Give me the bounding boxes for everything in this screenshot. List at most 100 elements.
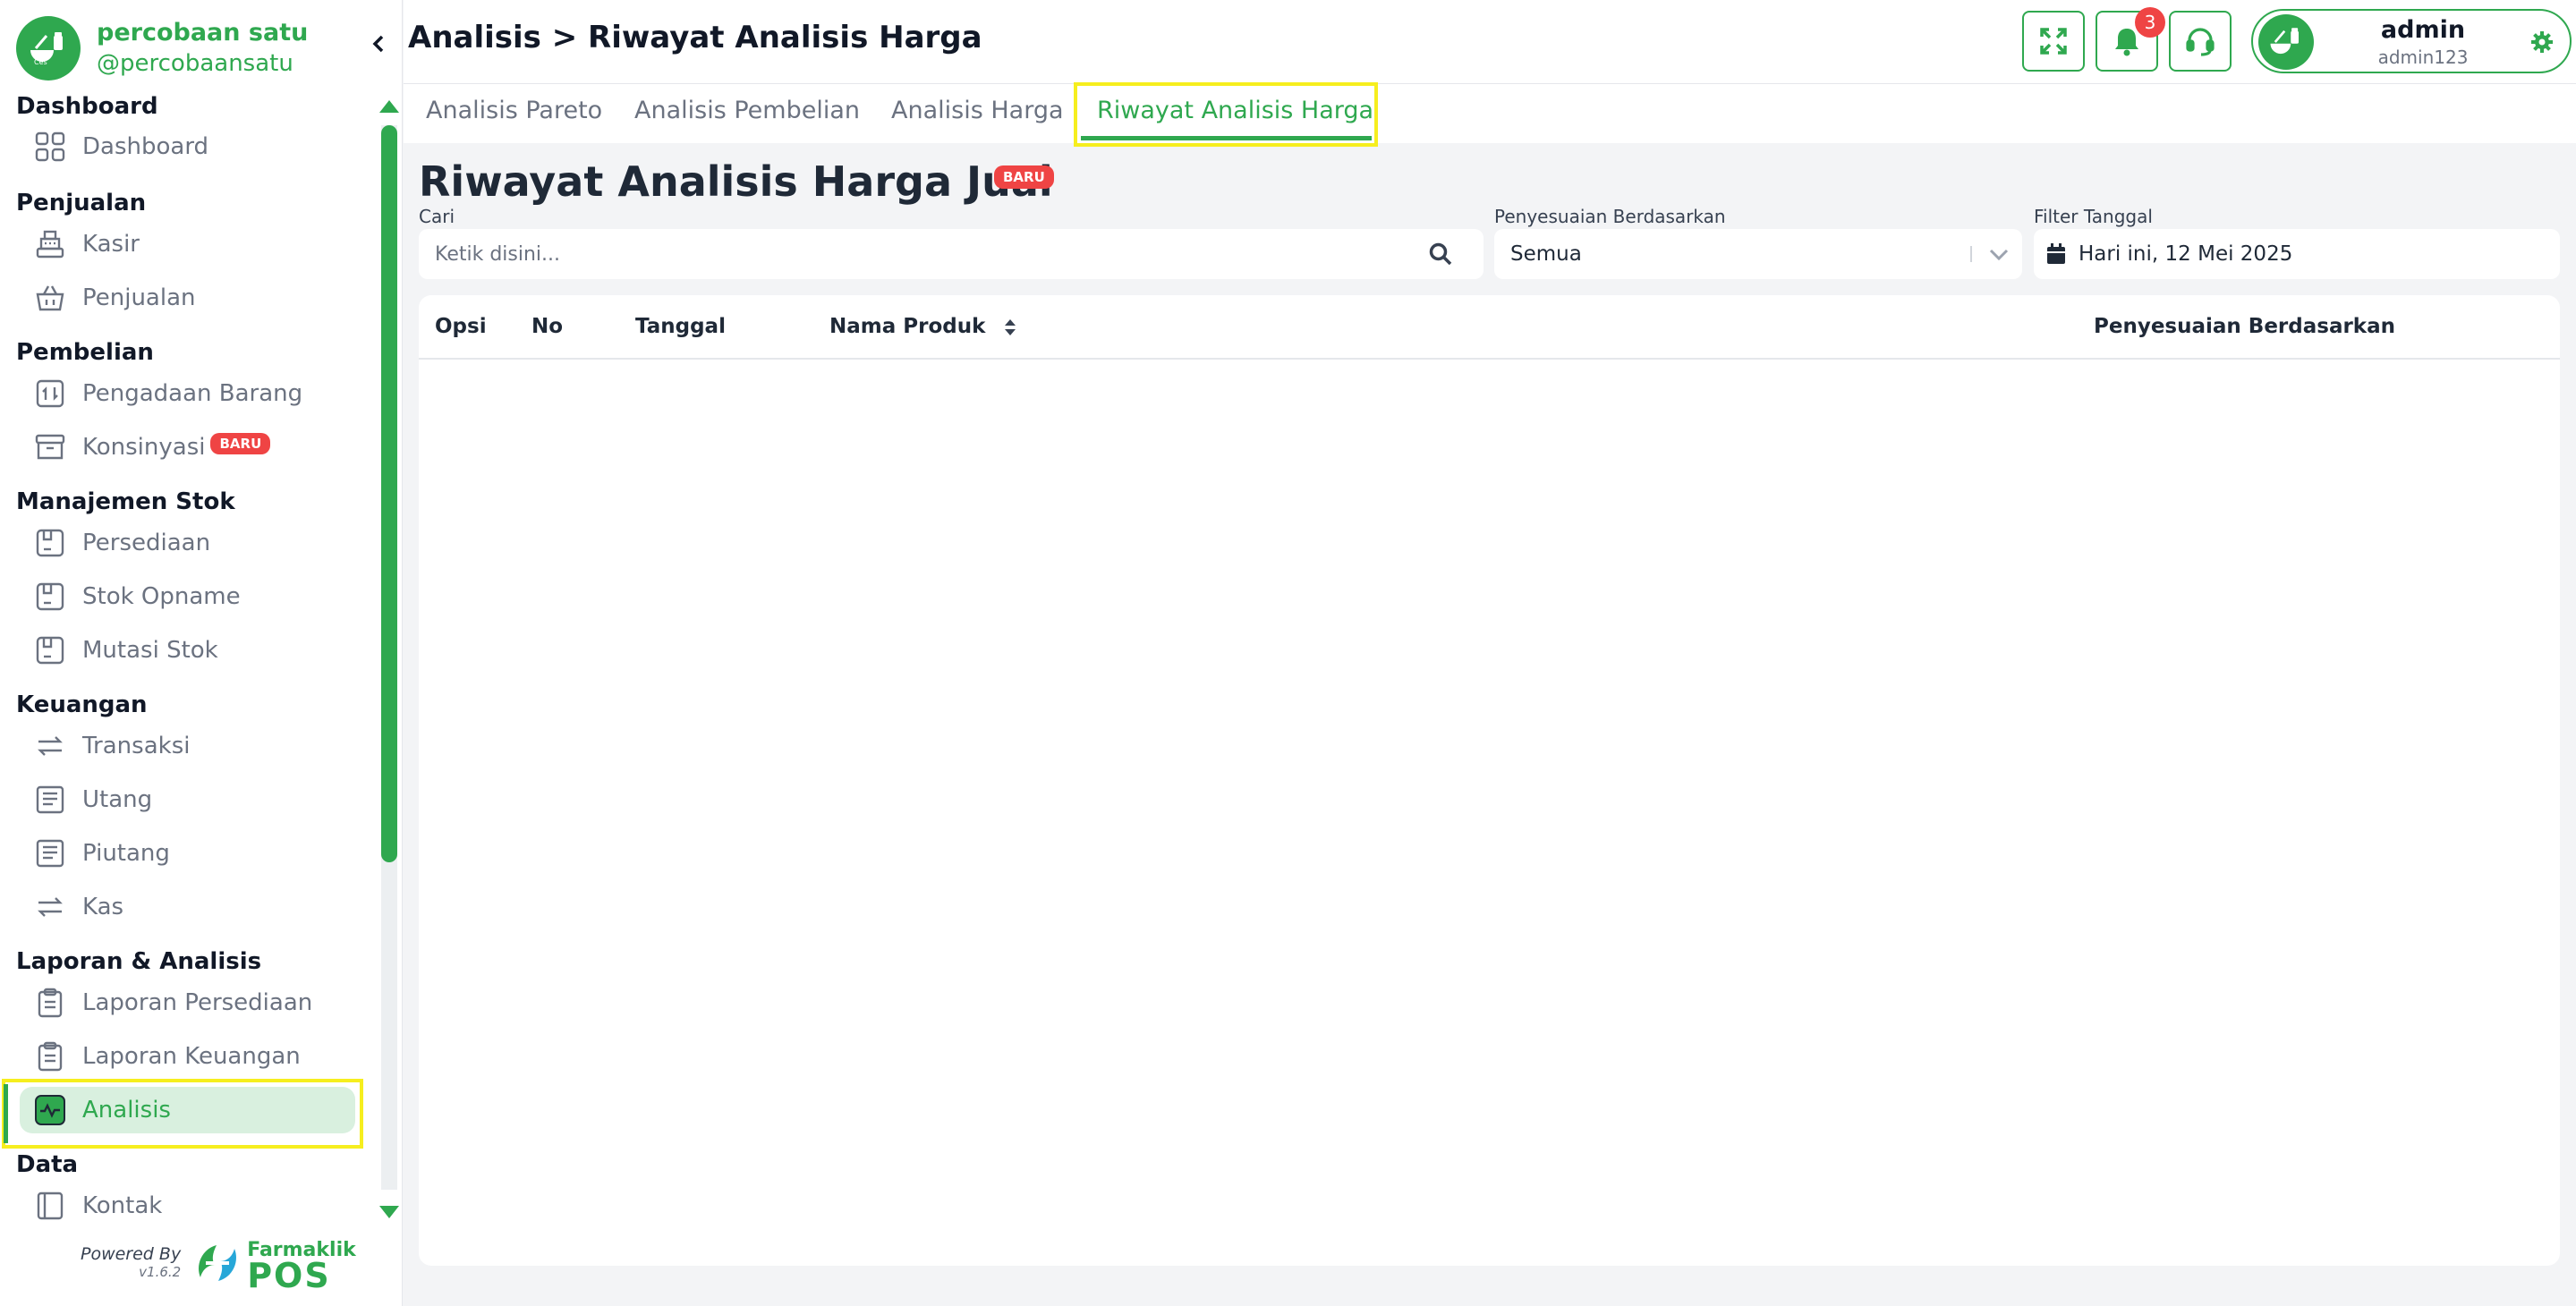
exchange-icon bbox=[34, 891, 66, 923]
pharmacy-logo-icon: Ces bbox=[16, 16, 81, 81]
sidebar-item-label: Utang bbox=[82, 786, 153, 813]
new-badge: BARU bbox=[994, 165, 1054, 189]
collapse-sidebar-button[interactable] bbox=[363, 29, 394, 59]
sidebar-item-label: Penjualan bbox=[82, 284, 196, 311]
date-filter-value: Hari ini, 12 Mei 2025 bbox=[2079, 242, 2293, 266]
sidebar-item-persediaan[interactable]: Persediaan bbox=[20, 520, 355, 566]
farmaklik-pos: POS bbox=[247, 1256, 331, 1295]
avatar bbox=[2258, 14, 2314, 70]
sidebar-item-konsinyasi[interactable]: Konsinyasi BARU bbox=[20, 424, 355, 471]
sidebar-item-utang[interactable]: Utang bbox=[20, 776, 355, 823]
column-header-tanggal: Tanggal bbox=[635, 315, 726, 338]
fullscreen-button[interactable] bbox=[2022, 11, 2085, 72]
column-header-nama-produk[interactable]: Nama Produk bbox=[829, 315, 1017, 338]
archive-box-icon bbox=[34, 431, 66, 463]
sidebar-item-label: Kasir bbox=[82, 231, 140, 258]
section-penjualan: Penjualan bbox=[16, 190, 147, 216]
sort-icon[interactable] bbox=[1003, 318, 1017, 337]
section-data: Data bbox=[16, 1151, 79, 1178]
sidebar-item-stok-opname[interactable]: Stok Opname bbox=[20, 573, 355, 620]
sidebar-item-kontak[interactable]: Kontak bbox=[20, 1183, 355, 1221]
brand-handle: @percobaansatu bbox=[97, 50, 293, 77]
sidebar-item-label: Mutasi Stok bbox=[82, 637, 218, 664]
column-header-opsi: Opsi bbox=[435, 315, 487, 338]
search-label: Cari bbox=[419, 206, 455, 227]
sidebar-item-transaksi[interactable]: Transaksi bbox=[20, 723, 355, 769]
price-history-table: Opsi No Tanggal Nama Produk Penyesuaian … bbox=[419, 295, 2560, 1266]
tab-analisis-pareto[interactable]: Analisis Pareto bbox=[426, 97, 602, 124]
select-divider bbox=[1970, 246, 1972, 262]
sidebar-item-dashboard[interactable]: Dashboard bbox=[20, 123, 355, 170]
user-menu[interactable]: admin admin123 bbox=[2251, 9, 2572, 73]
section-dashboard: Dashboard bbox=[16, 93, 158, 120]
ledger-icon bbox=[34, 784, 66, 816]
sidebar: Ces percobaan satu @percobaansatu Dashbo… bbox=[0, 0, 403, 1306]
stock-opname-icon bbox=[34, 581, 66, 613]
cash-register-icon bbox=[34, 228, 66, 260]
sidebar-item-kas[interactable]: Kas bbox=[20, 884, 355, 930]
sidebar-item-label: Laporan Keuangan bbox=[82, 1043, 301, 1070]
adjustment-value: Semua bbox=[1510, 242, 1582, 266]
search-icon[interactable] bbox=[1428, 242, 1453, 270]
sidebar-item-label: Kas bbox=[82, 894, 124, 920]
grid-icon bbox=[34, 131, 66, 163]
sidebar-item-pengadaan-barang[interactable]: Pengadaan Barang bbox=[20, 370, 355, 417]
page-title: Riwayat Analisis Harga Jual bbox=[419, 157, 1053, 206]
adjustment-select[interactable]: Semua bbox=[1494, 229, 2022, 279]
search-input[interactable]: Ketik disini... bbox=[419, 229, 1484, 279]
sidebar-item-label: Konsinyasi bbox=[82, 434, 206, 461]
adjustment-label: Penyesuaian Berdasarkan bbox=[1494, 206, 1726, 227]
sidebar-item-label: Piutang bbox=[82, 840, 170, 867]
expand-icon bbox=[2040, 28, 2067, 55]
section-keuangan: Keuangan bbox=[16, 691, 148, 718]
sidebar-item-penjualan[interactable]: Penjualan bbox=[20, 275, 355, 321]
breadcrumb: Analisis > Riwayat Analisis Harga bbox=[408, 20, 982, 55]
version-text: v1.6.2 bbox=[139, 1264, 182, 1280]
sidebar-scrollbar[interactable] bbox=[378, 93, 401, 1222]
powered-by-footer: Powered By v1.6.2 Farmaklik POS bbox=[81, 1238, 356, 1295]
notification-button[interactable]: 3 bbox=[2096, 7, 2165, 72]
tab-analisis-harga[interactable]: Analisis Harga bbox=[891, 97, 1064, 124]
basket-icon bbox=[34, 282, 66, 314]
sidebar-item-label: Stok Opname bbox=[82, 583, 241, 610]
svg-text:Ces: Ces bbox=[34, 58, 47, 66]
sidebar-item-label: Pengadaan Barang bbox=[82, 380, 303, 407]
gear-icon[interactable] bbox=[2530, 30, 2554, 57]
sidebar-item-kasir[interactable]: Kasir bbox=[20, 221, 355, 267]
sidebar-item-laporan-persediaan[interactable]: Laporan Persediaan bbox=[20, 980, 355, 1026]
stock-mutation-icon bbox=[34, 634, 66, 666]
sidebar-item-label: Persediaan bbox=[82, 530, 211, 556]
date-filter-label: Filter Tanggal bbox=[2034, 206, 2153, 227]
scroll-thumb[interactable] bbox=[381, 125, 397, 862]
sidebar-item-laporan-keuangan[interactable]: Laporan Keuangan bbox=[20, 1033, 355, 1080]
scroll-up-arrow-icon[interactable] bbox=[379, 100, 399, 113]
sidebar-menu: Dashboard Dashboard Penjualan Kasir Penj… bbox=[0, 89, 376, 1221]
scroll-down-arrow-icon[interactable] bbox=[379, 1206, 399, 1218]
new-badge: BARU bbox=[210, 433, 271, 454]
date-filter-input[interactable]: Hari ini, 12 Mei 2025 bbox=[2034, 229, 2560, 279]
sidebar-item-label: Kontak bbox=[82, 1192, 163, 1219]
sidebar-item-label: Transaksi bbox=[82, 733, 191, 759]
clipboard-icon bbox=[34, 987, 66, 1019]
active-tab-highlight bbox=[1074, 82, 1378, 147]
user-username: admin123 bbox=[2377, 47, 2469, 68]
section-pembelian: Pembelian bbox=[16, 339, 154, 366]
search-placeholder: Ketik disini... bbox=[435, 242, 561, 266]
active-item-highlight bbox=[2, 1079, 363, 1149]
brand[interactable]: Ces percobaan satu @percobaansatu bbox=[16, 16, 308, 81]
sidebar-item-mutasi-stok[interactable]: Mutasi Stok bbox=[20, 627, 355, 674]
transfer-icon bbox=[34, 730, 66, 762]
pharmacy-avatar-icon bbox=[2270, 28, 2299, 55]
chevron-down-icon[interactable] bbox=[1988, 245, 2010, 267]
chevron-left-icon bbox=[372, 35, 384, 53]
sidebar-item-piutang[interactable]: Piutang bbox=[20, 830, 355, 877]
procurement-icon bbox=[34, 377, 66, 410]
user-name: admin bbox=[2380, 16, 2466, 44]
column-header-label: Nama Produk bbox=[829, 315, 986, 338]
powered-by-text: Powered By bbox=[81, 1244, 182, 1264]
tab-analisis-pembelian[interactable]: Analisis Pembelian bbox=[634, 97, 860, 124]
brand-name: percobaan satu bbox=[97, 19, 309, 47]
support-button[interactable] bbox=[2169, 11, 2232, 72]
clipboard-icon bbox=[34, 1040, 66, 1073]
analysis-tabs: Analisis Pareto Analisis Pembelian Anali… bbox=[404, 84, 2576, 143]
